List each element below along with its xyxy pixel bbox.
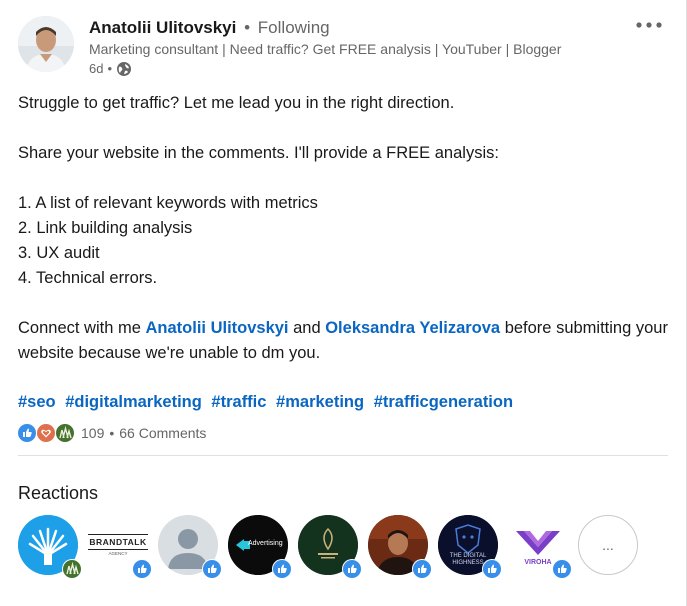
like-icon [273, 560, 291, 578]
author-headline: Marketing consultant | Need traffic? Get… [89, 41, 562, 57]
meta-separator: • [107, 61, 113, 76]
list-item: 1. A list of relevant keywords with metr… [18, 194, 318, 212]
hashtag-link[interactable]: #digitalmarketing [65, 393, 202, 411]
list-item: 2. Link building analysis [18, 219, 193, 237]
ellipsis-icon [636, 22, 662, 28]
reactor-logo-text: Advertising [248, 540, 283, 547]
author-avatar[interactable] [18, 16, 74, 72]
reactor-badge [132, 559, 152, 579]
reactor-badge [552, 559, 572, 579]
post-offer: Share your website in the comments. I'll… [18, 144, 499, 162]
reactor-logo-text: BRANDTALK [88, 534, 148, 550]
more-options-button[interactable] [634, 14, 664, 36]
love-icon [37, 424, 55, 442]
hashtag-link[interactable]: #trafficgeneration [374, 393, 513, 411]
like-icon [553, 560, 571, 578]
reactor-badge [272, 559, 292, 579]
reactor-logo-subtext: AGENCY [108, 551, 128, 556]
reactor-badge [202, 559, 222, 579]
reactor-avatar[interactable]: Advertising [228, 515, 292, 579]
like-icon [133, 560, 151, 578]
connect-prefix: Connect with me [18, 319, 146, 337]
like-icon [343, 560, 361, 578]
hashtag-link[interactable]: #marketing [276, 393, 364, 411]
reactor-badge [62, 559, 82, 579]
reaction-count[interactable]: 109 [81, 425, 104, 441]
reactor-avatar[interactable] [368, 515, 432, 579]
more-reactors-button[interactable]: ... [578, 515, 638, 575]
insightful-icon [63, 560, 81, 578]
mention-link[interactable]: Anatolii Ulitovskyi [145, 319, 288, 337]
post-intro: Struggle to get traffic? Let me lead you… [18, 94, 455, 112]
globe-icon [116, 61, 132, 77]
reactor-avatar[interactable]: THE DIGITAL HIGHNESS [438, 515, 502, 579]
feed-post: Anatolii Ulitovskyi • Following Marketin… [0, 0, 687, 606]
separator-dot: • [244, 18, 251, 37]
follow-status[interactable]: Following [258, 18, 330, 37]
like-icon [413, 560, 431, 578]
reactor-avatar[interactable] [298, 515, 362, 579]
post-connect: Connect with me Anatolii Ulitovskyi and … [18, 316, 668, 366]
reactor-avatar[interactable]: VIROHA [508, 515, 572, 579]
reactor-avatar[interactable]: BRANDTALK AGENCY [88, 515, 152, 579]
reactor-badge [482, 559, 502, 579]
section-divider [18, 455, 668, 456]
like-icon [483, 560, 501, 578]
list-item: 3. UX audit [18, 244, 100, 262]
post-meta: 6d • [89, 60, 132, 78]
reactor-avatar[interactable] [18, 515, 82, 579]
insightful-icon [56, 424, 74, 442]
reaction-icons[interactable] [18, 424, 75, 442]
hashtag-link[interactable]: #seo [18, 393, 56, 411]
hashtag-link[interactable]: #traffic [211, 393, 266, 411]
like-icon [203, 560, 221, 578]
like-icon [18, 424, 36, 442]
post-body: Struggle to get traffic? Let me lead you… [18, 91, 668, 366]
list-item: 4. Technical errors. [18, 269, 158, 287]
author-name[interactable]: Anatolii Ulitovskyi [89, 18, 236, 37]
author-line: Anatolii Ulitovskyi • Following [89, 17, 330, 39]
social-separator: • [109, 425, 115, 441]
reactor-badge [342, 559, 362, 579]
connect-middle: and [288, 319, 326, 337]
post-time: 6d [89, 61, 104, 76]
reactor-avatar[interactable] [158, 515, 222, 579]
social-counts: 109 • 66 Comments [18, 424, 206, 442]
reactions-heading: Reactions [18, 483, 99, 503]
mention-link[interactable]: Oleksandra Yelizarova [325, 319, 500, 337]
hashtag-list: #seo #digitalmarketing #traffic #marketi… [18, 390, 518, 415]
reactor-badge [412, 559, 432, 579]
comments-count[interactable]: 66 Comments [119, 425, 206, 441]
